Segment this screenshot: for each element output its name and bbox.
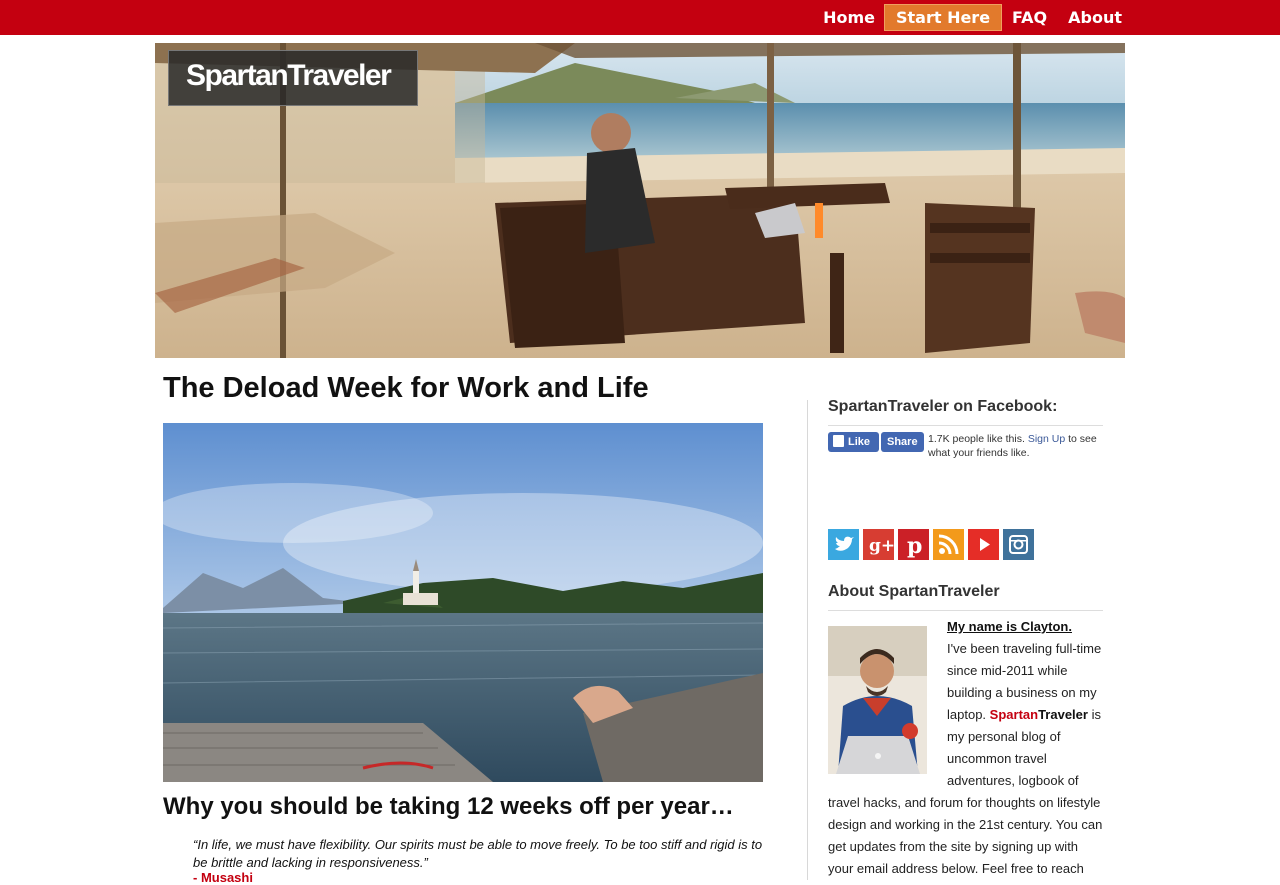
google-plus-icon[interactable]: g+ xyxy=(863,529,895,560)
top-navigation-bar: Home Start Here FAQ About xyxy=(0,0,1280,35)
sidebar-divider xyxy=(807,400,808,880)
main-menu: Home Start Here FAQ About xyxy=(823,4,1122,31)
site-logo[interactable]: SpartanTraveler xyxy=(168,50,418,106)
site-logo-text: SpartanTraveler xyxy=(186,59,392,92)
facebook-count-text: 1.7K people like this. xyxy=(928,433,1025,445)
instagram-icon[interactable] xyxy=(1003,529,1034,560)
facebook-signup-link[interactable]: Sign Up xyxy=(1028,433,1065,445)
rss-icon[interactable] xyxy=(933,529,964,560)
facebook-widget-title: SpartanTraveler on Facebook: xyxy=(828,398,1103,426)
brand-traveler: Traveler xyxy=(1038,707,1088,722)
facebook-share-label: Share xyxy=(887,436,918,448)
facebook-like-label: Like xyxy=(848,436,871,448)
quote-author: - Musashi xyxy=(193,870,253,885)
post-title[interactable]: The Deload Week for Work and Life xyxy=(163,372,649,405)
svg-text:p: p xyxy=(907,533,922,559)
brand-spartan: Spartan xyxy=(989,707,1039,722)
nav-faq-link[interactable]: FAQ xyxy=(1012,6,1047,29)
author-bio: My name is Clayton. I've been traveling … xyxy=(828,616,1105,880)
post-quote: “In life, we must have flexibility. Our … xyxy=(193,837,763,870)
about-widget-title: About SpartanTraveler xyxy=(828,583,1103,611)
youtube-icon[interactable] xyxy=(968,529,999,560)
facebook-like-count: 1.7K people like this. Sign Up to see wh… xyxy=(928,432,1108,460)
pinterest-icon[interactable]: p xyxy=(898,529,929,560)
sidebar: SpartanTraveler on Facebook: xyxy=(828,398,1103,426)
post-subheading: Why you should be taking 12 weeks off pe… xyxy=(163,793,734,820)
thumbs-up-icon xyxy=(833,435,844,447)
twitter-icon[interactable] xyxy=(828,529,859,560)
social-icons: g+ p xyxy=(828,529,1038,560)
about-widget: About SpartanTraveler xyxy=(828,583,1103,611)
svg-text:g+: g+ xyxy=(869,536,894,556)
author-name-link[interactable]: My name is Clayton. xyxy=(947,619,1072,634)
facebook-share-button[interactable]: Share xyxy=(881,432,924,452)
post-featured-image[interactable] xyxy=(163,423,763,782)
facebook-like-button[interactable]: Like xyxy=(828,432,879,452)
nav-home-link[interactable]: Home xyxy=(823,6,875,29)
nav-about-link[interactable]: About xyxy=(1068,6,1122,29)
nav-start-here-link[interactable]: Start Here xyxy=(883,4,1003,31)
facebook-like-widget: Like Share 1.7K people like this. Sign U… xyxy=(828,432,1108,472)
